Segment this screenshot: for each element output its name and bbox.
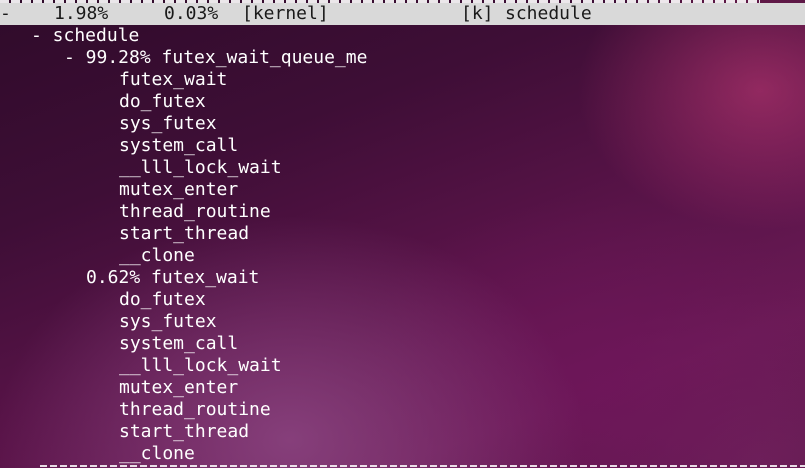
- fold-marker[interactable]: -: [0, 3, 11, 25]
- call-tree-frame[interactable]: sys_futex: [119, 113, 217, 135]
- symbol-name: schedule: [505, 3, 592, 24]
- call-tree-node-branch[interactable]: - 99.28% futex_wait_queue_me: [64, 47, 367, 69]
- shared-object: [kernel]: [242, 3, 329, 24]
- call-tree-frame[interactable]: mutex_enter: [119, 179, 238, 201]
- selected-entry-row[interactable]: - 1.98% 0.03% [kernel] [k] schedule: [0, 3, 805, 25]
- call-tree-frame[interactable]: sys_futex: [119, 311, 217, 333]
- call-tree-frame[interactable]: __lll_lock_wait: [119, 157, 282, 179]
- call-tree-frame[interactable]: __clone: [119, 443, 195, 465]
- call-tree-frame[interactable]: system_call: [119, 135, 238, 157]
- symbol-type: [k]: [461, 3, 494, 24]
- call-tree-frame[interactable]: mutex_enter: [119, 377, 238, 399]
- call-tree-frame[interactable]: start_thread: [119, 223, 249, 245]
- bottom-separator: [40, 465, 805, 467]
- call-tree-frame[interactable]: start_thread: [119, 421, 249, 443]
- call-tree-frame[interactable]: __lll_lock_wait: [119, 355, 282, 377]
- children-percent: 1.98%: [54, 3, 109, 24]
- call-tree-node-branch[interactable]: 0.62% futex_wait: [86, 267, 259, 289]
- call-tree-frame[interactable]: do_futex: [119, 289, 206, 311]
- self-percent: 0.03%: [164, 3, 219, 24]
- call-tree-frame[interactable]: futex_wait: [119, 69, 227, 91]
- call-tree-node-root[interactable]: - schedule: [31, 25, 139, 47]
- call-tree-frame[interactable]: do_futex: [119, 91, 206, 113]
- call-tree-frame[interactable]: __clone: [119, 245, 195, 267]
- call-tree-frame[interactable]: thread_routine: [119, 399, 271, 421]
- call-tree-frame[interactable]: system_call: [119, 333, 238, 355]
- call-tree-frame[interactable]: thread_routine: [119, 201, 271, 223]
